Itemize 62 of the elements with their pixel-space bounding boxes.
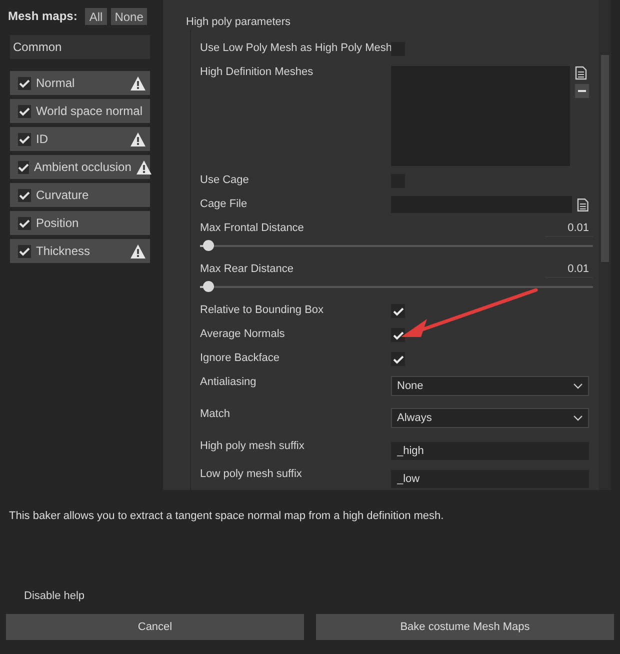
dropdown[interactable]: Always xyxy=(391,408,589,428)
mesh-map-label: Thickness xyxy=(36,244,92,258)
scrollbar-thumb[interactable] xyxy=(601,55,609,262)
mesh-map-label: Curvature xyxy=(36,188,90,202)
dialog-button[interactable]: Bake costume Mesh Maps xyxy=(316,614,614,640)
input-field[interactable]: _high xyxy=(391,442,589,460)
parameter-label: Match xyxy=(200,407,231,420)
section-heading: High poly parameters xyxy=(185,15,292,30)
parameter-label: Average Normals xyxy=(200,327,286,340)
checkbox[interactable] xyxy=(18,160,29,174)
mesh-map-label: Position xyxy=(36,216,80,230)
parameter-label: Ignore Backface xyxy=(200,351,280,364)
mesh-map-label: World space normal xyxy=(36,104,144,118)
slider-thumb[interactable] xyxy=(202,240,214,251)
slider[interactable] xyxy=(200,281,593,292)
mesh-map-item[interactable]: Curvature xyxy=(10,183,150,207)
dialog-button[interactable]: Cancel xyxy=(6,614,304,640)
mesh-map-label: ID xyxy=(36,132,49,146)
mesh-map-item[interactable]: Normal xyxy=(10,71,150,95)
parameter-label: Max Rear Distance xyxy=(200,262,295,277)
checkbox[interactable] xyxy=(391,304,405,318)
value-field[interactable]: 0.01 xyxy=(545,259,593,278)
parameter-label: Use Cage xyxy=(200,173,250,186)
help-text: This baker allows you to extract a tangent space normal map from a high definition mesh. xyxy=(9,510,445,522)
slider[interactable] xyxy=(200,240,593,251)
checkbox[interactable] xyxy=(391,352,405,366)
chevron-down-icon xyxy=(573,415,583,421)
checkbox[interactable] xyxy=(18,104,31,118)
parameter-label: Cage File xyxy=(200,197,248,210)
mesh-map-item[interactable]: Ambient occlusion xyxy=(10,155,150,179)
mesh-map-item[interactable]: World space normal xyxy=(10,99,150,123)
chevron-down-icon xyxy=(573,383,583,389)
disable-help-link[interactable]: Disable help xyxy=(24,590,85,602)
file-icon[interactable] xyxy=(575,66,587,80)
slider-thumb[interactable] xyxy=(202,281,214,292)
checkbox[interactable] xyxy=(18,188,31,202)
select-button[interactable]: All xyxy=(85,8,107,24)
parameter-label: High Definition Meshes xyxy=(200,65,314,78)
parameter-label: Use Low Poly Mesh as High Poly Mesh xyxy=(200,41,391,54)
checkbox[interactable] xyxy=(18,216,31,230)
file-icon[interactable] xyxy=(577,198,589,212)
group-dropdown[interactable]: Common xyxy=(10,35,150,59)
checkbox[interactable] xyxy=(18,132,31,146)
checkbox[interactable] xyxy=(18,244,31,258)
parameter-label: Max Frontal Distance xyxy=(200,221,305,236)
checkbox[interactable] xyxy=(18,76,31,90)
mesh-map-label: Normal xyxy=(36,76,76,90)
mesh-maps-label: Mesh maps: xyxy=(8,9,78,23)
parameter-label: High poly mesh suffix xyxy=(200,439,306,452)
input-field[interactable]: _low xyxy=(391,470,589,488)
mesh-map-label: Ambient occlusion xyxy=(34,160,132,174)
dropdown[interactable]: None xyxy=(391,376,589,396)
parameter-label: Relative to Bounding Box xyxy=(200,303,325,316)
value-field[interactable]: 0.01 xyxy=(545,218,593,237)
mesh-map-item[interactable]: Thickness xyxy=(10,239,150,263)
mesh-map-item[interactable]: ID xyxy=(10,127,150,151)
mesh-map-item[interactable]: Position xyxy=(10,211,150,235)
checkbox[interactable] xyxy=(391,328,405,342)
select-button[interactable]: None xyxy=(110,8,148,24)
remove-icon[interactable] xyxy=(575,84,589,98)
parameter-label: Antialiasing xyxy=(200,375,258,388)
parameter-label: Low poly mesh suffix xyxy=(200,467,303,480)
